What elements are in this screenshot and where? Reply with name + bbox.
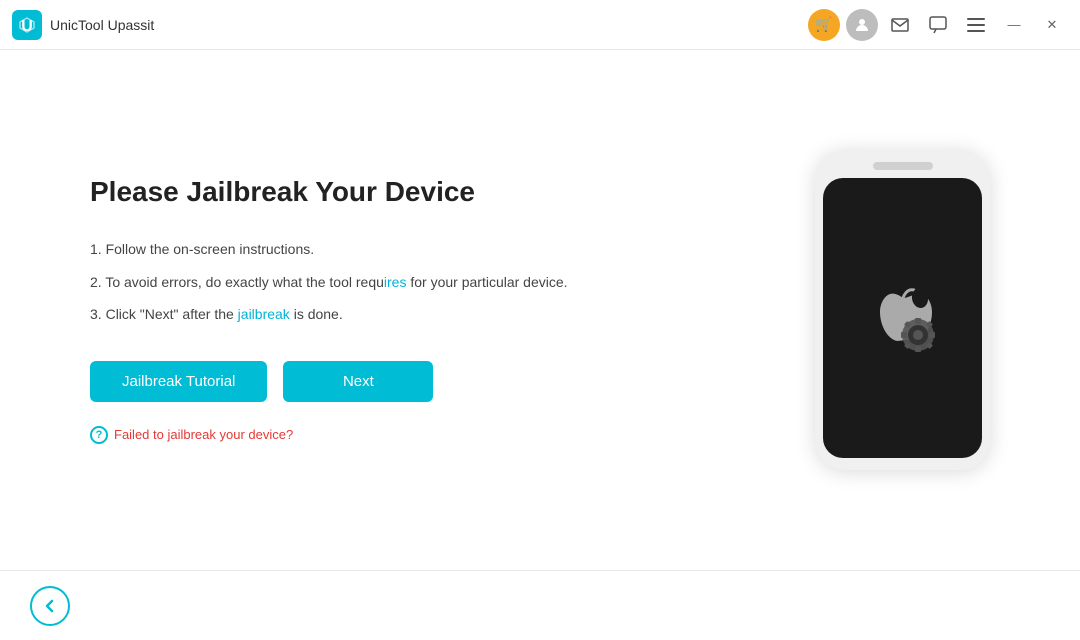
mail-button[interactable] [884,9,916,41]
help-link-text: Failed to jailbreak your device? [114,427,293,442]
content-area: Please Jailbreak Your Device 1. Follow t… [90,150,990,470]
next-button[interactable]: Next [283,361,433,402]
phone-mockup [815,150,990,470]
page-title: Please Jailbreak Your Device [90,176,755,208]
button-row: Jailbreak Tutorial Next [90,361,755,402]
instruction-item-2: 2. To avoid errors, do exactly what the … [90,271,755,293]
right-panel [815,150,990,470]
minimize-button[interactable]: — [998,9,1030,41]
phone-notch [873,162,933,170]
cart-button[interactable]: 🛒 [808,9,840,41]
apple-gear-icon [858,273,948,363]
title-bar-left: U UnicTool Upassit [12,10,154,40]
bottom-bar [0,570,1080,640]
profile-button[interactable] [846,9,878,41]
chat-button[interactable] [922,9,954,41]
instructions-list: 1. Follow the on-screen instructions. 2.… [90,238,755,325]
instruction-item-3: 3. Click "Next" after the jailbreak is d… [90,303,755,325]
help-icon: ? [90,426,108,444]
phone-screen [823,178,982,458]
failed-jailbreak-link[interactable]: ? Failed to jailbreak your device? [90,426,755,444]
close-button[interactable]: ✕ [1036,9,1068,41]
app-logo-icon: U [12,10,42,40]
left-panel: Please Jailbreak Your Device 1. Follow t… [90,176,815,443]
jailbreak-tutorial-button[interactable]: Jailbreak Tutorial [90,361,267,402]
menu-button[interactable] [960,9,992,41]
app-title: UnicTool Upassit [50,17,154,33]
instruction-item-1: 1. Follow the on-screen instructions. [90,238,755,260]
main-content: Please Jailbreak Your Device 1. Follow t… [0,50,1080,570]
back-button[interactable] [30,586,70,626]
title-bar-right: 🛒 — ✕ [808,9,1068,41]
title-bar: U UnicTool Upassit 🛒 [0,0,1080,50]
